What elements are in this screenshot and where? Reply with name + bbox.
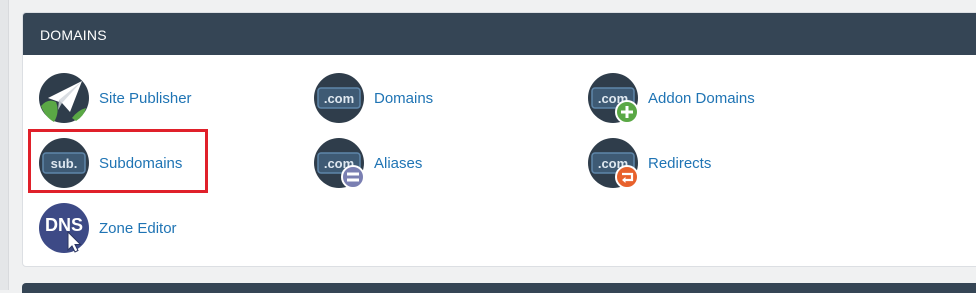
site-publisher-link[interactable]: Site Publisher <box>38 71 192 125</box>
next-panel-header <box>22 283 976 293</box>
domains-label: Domains <box>374 89 434 107</box>
zone-editor-link[interactable]: DNS Zone Editor <box>38 201 177 255</box>
subdomains-highlight-box <box>28 129 208 193</box>
addon-domains-label: Addon Domains <box>648 89 755 107</box>
aliases-label: Aliases <box>374 154 423 172</box>
redirects-link[interactable]: .com Redirects <box>587 136 711 190</box>
aliases-icon: .com <box>313 137 365 189</box>
panel-header: DOMAINS <box>23 13 976 55</box>
zone-editor-icon: DNS <box>38 202 90 254</box>
domains-icon-text: .com <box>324 91 354 106</box>
addon-domains-link[interactable]: .com Addon Domains <box>587 71 755 125</box>
site-publisher-icon <box>38 72 90 124</box>
zone-editor-icon-text: DNS <box>45 215 83 235</box>
addon-domains-icon: .com <box>587 72 639 124</box>
zone-editor-label: Zone Editor <box>99 219 177 237</box>
panel-title: DOMAINS <box>40 27 107 43</box>
page-left-edge <box>0 0 9 290</box>
redirects-icon: .com <box>587 137 639 189</box>
site-publisher-label: Site Publisher <box>99 89 192 107</box>
redirects-label: Redirects <box>648 154 712 172</box>
aliases-link[interactable]: .com Aliases <box>313 136 422 190</box>
domains-icon: .com <box>313 72 365 124</box>
domains-link[interactable]: .com Domains <box>313 71 433 125</box>
